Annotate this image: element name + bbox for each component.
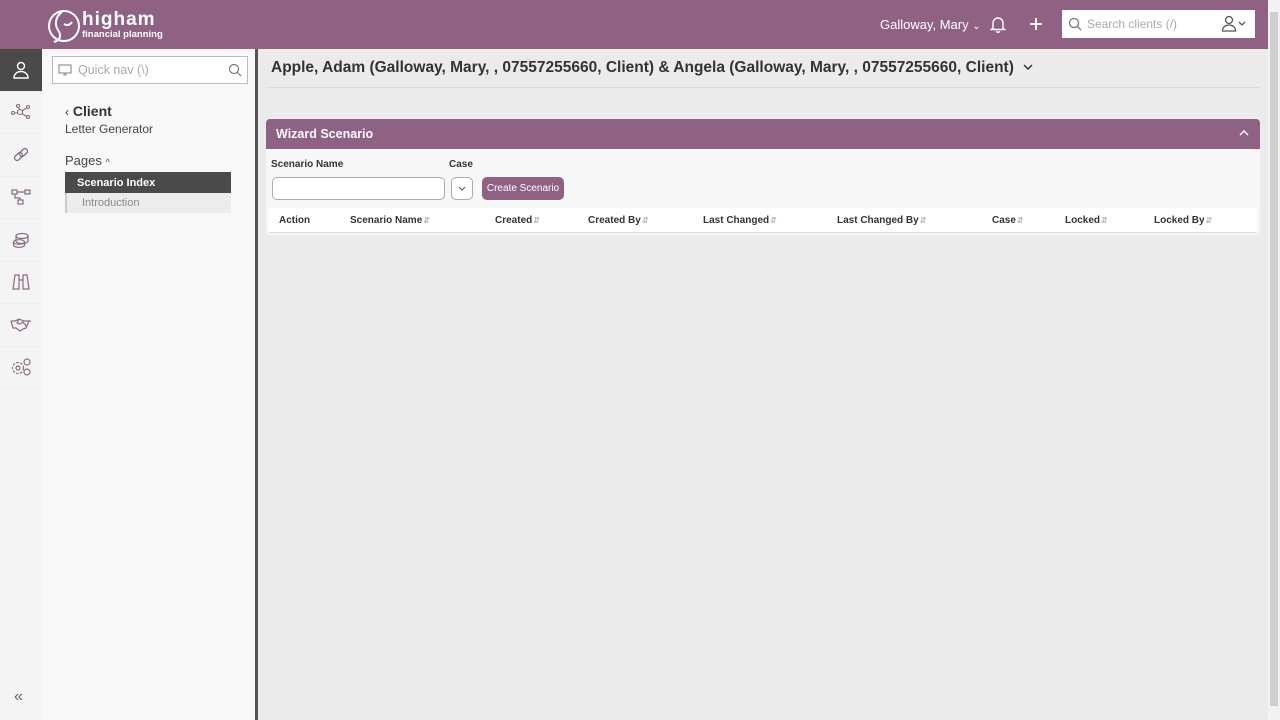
top-bar: higham financial planning Galloway, Mary … (0, 0, 1268, 49)
table-header: Action Scenario Name⇵ Created⇵ Created B… (269, 208, 1257, 233)
elephant-logo-icon (48, 10, 80, 43)
sort-icon: ⇵ (533, 216, 540, 225)
icon-rail: « (0, 49, 42, 720)
chevron-up-icon[interactable] (1238, 128, 1250, 138)
sort-icon: ⇵ (1016, 216, 1024, 225)
chevron-left-icon: ‹ (65, 105, 69, 119)
search-icon (1068, 17, 1082, 31)
chevron-down-icon (1023, 64, 1033, 71)
col-created[interactable]: Created⇵ (495, 215, 540, 226)
rail-coins-icon[interactable] (0, 219, 42, 262)
wizard-scenario-panel: Wizard Scenario Scenario Name Case Creat… (266, 119, 1260, 235)
brand-tagline: financial planning (82, 29, 163, 40)
col-created-by[interactable]: Created By⇵ (588, 215, 649, 226)
col-scenario-name[interactable]: Scenario Name⇵ (350, 215, 430, 226)
user-menu[interactable]: Galloway, Mary ⌄ (880, 17, 981, 32)
quick-nav-input[interactable]: Quick nav (\) (52, 56, 248, 84)
search-icon[interactable] (228, 63, 242, 77)
create-scenario-button[interactable]: Create Scenario (482, 177, 564, 200)
scrollbar[interactable] (1268, 0, 1280, 720)
client-title: Apple, Adam (Galloway, Mary, , 075572556… (271, 59, 1014, 76)
user-name: Galloway, Mary (880, 17, 969, 32)
case-label: Case (449, 159, 473, 170)
page-title[interactable]: Apple, Adam (Galloway, Mary, , 075572556… (271, 59, 1034, 77)
col-last-changed[interactable]: Last Changed⇵ (703, 215, 777, 226)
rail-hierarchy-icon[interactable] (0, 177, 42, 219)
client-search[interactable]: Search clients (/) (1062, 10, 1255, 38)
sort-icon: ⇵ (1101, 216, 1108, 225)
sort-icon: ⇵ (1205, 216, 1213, 225)
sort-icon: ⇵ (423, 216, 430, 225)
collapse-icon[interactable]: « (14, 688, 23, 706)
brand-name: higham (82, 9, 156, 30)
chevron-down-icon: ⌄ (972, 21, 981, 32)
scenario-name-label: Scenario Name (271, 159, 344, 170)
sidebar: Quick nav (\) ‹ Client Letter Generator … (42, 49, 255, 720)
rail-gears-icon[interactable] (0, 347, 42, 389)
chevron-down-icon (458, 186, 466, 191)
sort-icon: ⇵ (919, 216, 927, 225)
panel-title: Wizard Scenario (276, 127, 374, 141)
page-introduction[interactable]: Introduction (65, 193, 231, 213)
sidebar-divider[interactable] (255, 49, 258, 720)
rail-binoculars-icon[interactable] (0, 262, 42, 304)
section-subtitle: Letter Generator (65, 122, 154, 136)
pages-label: Pages (65, 153, 102, 168)
col-action: Action (279, 215, 311, 226)
search-input[interactable]: Search clients (/) (1087, 17, 1177, 31)
bell-icon[interactable] (990, 15, 1006, 33)
rail-network-icon[interactable] (0, 92, 42, 134)
col-locked[interactable]: Locked⇵ (1065, 215, 1108, 226)
col-case[interactable]: Case⇵ (992, 215, 1024, 226)
rail-handshake-icon[interactable] (0, 304, 42, 347)
user-account-icon[interactable] (1221, 15, 1249, 33)
plus-icon[interactable] (1028, 15, 1044, 33)
back-label: Client (72, 103, 112, 119)
logo[interactable]: higham financial planning (42, 4, 163, 46)
col-locked-by[interactable]: Locked By⇵ (1154, 215, 1212, 226)
monitor-icon (58, 64, 72, 76)
page-scenario-index[interactable]: Scenario Index (65, 172, 231, 193)
chevron-up-icon: ^ (105, 157, 110, 167)
rail-person-icon[interactable] (0, 49, 42, 92)
sort-icon: ⇵ (641, 216, 649, 225)
col-last-changed-by[interactable]: Last Changed By⇵ (837, 215, 926, 226)
quick-nav-placeholder: Quick nav (\) (78, 63, 149, 77)
panel-header[interactable]: Wizard Scenario (266, 119, 1260, 149)
rail-link-icon[interactable] (0, 134, 42, 177)
scenario-name-input[interactable] (272, 177, 445, 200)
sort-icon: ⇵ (770, 216, 777, 225)
pages-toggle[interactable]: Pages ^ (65, 153, 110, 168)
back-to-client[interactable]: ‹ Client (65, 103, 112, 119)
case-dropdown[interactable] (451, 177, 473, 200)
title-divider (266, 87, 1260, 88)
